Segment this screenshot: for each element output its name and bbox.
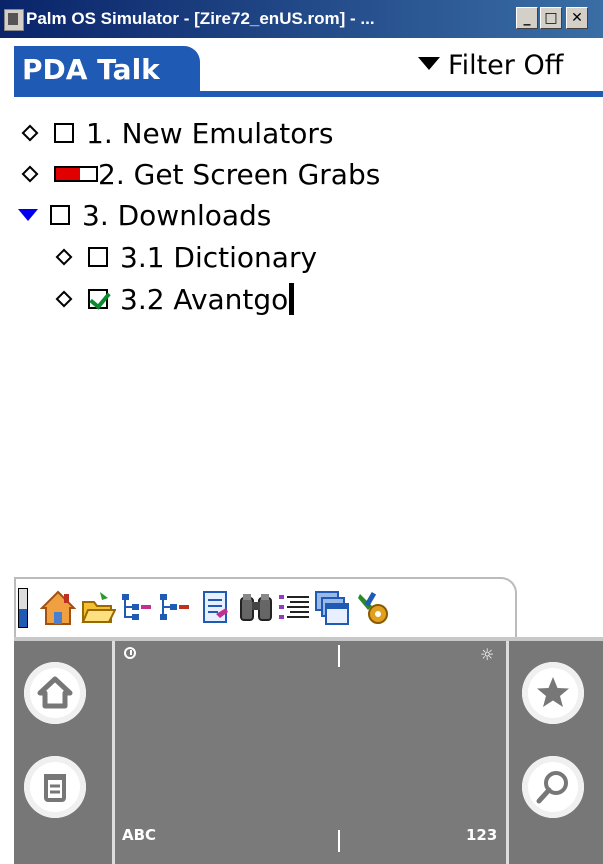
task-label[interactable]: 2. Get Screen Grabs [98, 158, 380, 191]
expand-triangle-icon[interactable] [18, 209, 38, 221]
task-row[interactable]: 3.2 Avantgo [55, 279, 295, 319]
task-row[interactable]: 3.1 Dictionary [55, 237, 317, 277]
tools-icon[interactable] [356, 588, 392, 628]
maximize-button[interactable] [540, 7, 562, 29]
text-cursor [289, 283, 295, 315]
task-row[interactable]: 1. New Emulators [21, 113, 333, 153]
numeric-keyboard-label[interactable]: 123 [466, 826, 497, 844]
home-icon[interactable] [40, 588, 76, 628]
minimize-button[interactable] [516, 7, 538, 29]
app-title-tab[interactable]: PDA Talk [14, 46, 200, 94]
graffiti-writing-area[interactable] [112, 641, 509, 864]
home-icon [24, 662, 86, 724]
window-title: Palm OS Simulator - [Zire72_enUS.rom] - … [26, 9, 375, 28]
menu-icon [24, 756, 86, 818]
task-checkbox[interactable] [54, 123, 74, 143]
battery-icon [18, 588, 28, 628]
close-button[interactable] [566, 7, 588, 29]
collapse-diamond-icon[interactable] [21, 165, 39, 183]
home-button[interactable] [24, 662, 86, 724]
brightness-icon[interactable]: ☼ [480, 645, 494, 664]
binoculars-icon[interactable] [238, 588, 274, 628]
find-icon [522, 756, 584, 818]
filter-dropdown[interactable]: Filter Off [418, 50, 563, 86]
outline-outdent-icon[interactable] [156, 588, 192, 628]
clock-icon[interactable] [124, 647, 136, 659]
menu-button[interactable] [24, 756, 86, 818]
outline-indent-icon[interactable] [118, 588, 154, 628]
collapse-diamond-icon[interactable] [21, 124, 39, 142]
filter-label: Filter Off [448, 50, 564, 81]
task-label[interactable]: 1. New Emulators [86, 117, 333, 150]
open-folder-icon[interactable] [80, 588, 116, 628]
list-icon[interactable] [276, 588, 312, 628]
dropdown-arrow-icon [418, 57, 440, 70]
note-icon[interactable] [198, 588, 234, 628]
graffiti-divider-bottom [338, 830, 340, 852]
favorites-star-icon [522, 662, 584, 724]
task-checkbox[interactable] [88, 247, 108, 267]
window-left-edge [0, 38, 14, 864]
abc-keyboard-label[interactable]: ABC [122, 826, 156, 844]
task-row[interactable]: 2. Get Screen Grabs [21, 154, 380, 194]
graffiti-divider-top [338, 645, 340, 667]
favorites-button[interactable] [522, 662, 584, 724]
task-progress-bar[interactable] [54, 166, 98, 182]
task-label[interactable]: 3.1 Dictionary [120, 241, 317, 274]
task-row[interactable]: 3. Downloads [18, 195, 271, 235]
find-button[interactable] [522, 756, 584, 818]
task-label[interactable]: 3.2 Avantgo [120, 283, 288, 316]
collapse-diamond-icon[interactable] [55, 290, 73, 308]
window-title-bar[interactable]: Palm OS Simulator - [Zire72_enUS.rom] - … [0, 0, 603, 38]
collapse-diamond-icon[interactable] [55, 248, 73, 266]
windows-icon[interactable] [314, 588, 350, 628]
task-label[interactable]: 3. Downloads [82, 199, 271, 232]
task-checkbox-checked[interactable] [88, 289, 108, 309]
progress-fill [56, 168, 80, 180]
app-icon[interactable] [4, 9, 24, 31]
task-checkbox[interactable] [50, 205, 70, 225]
